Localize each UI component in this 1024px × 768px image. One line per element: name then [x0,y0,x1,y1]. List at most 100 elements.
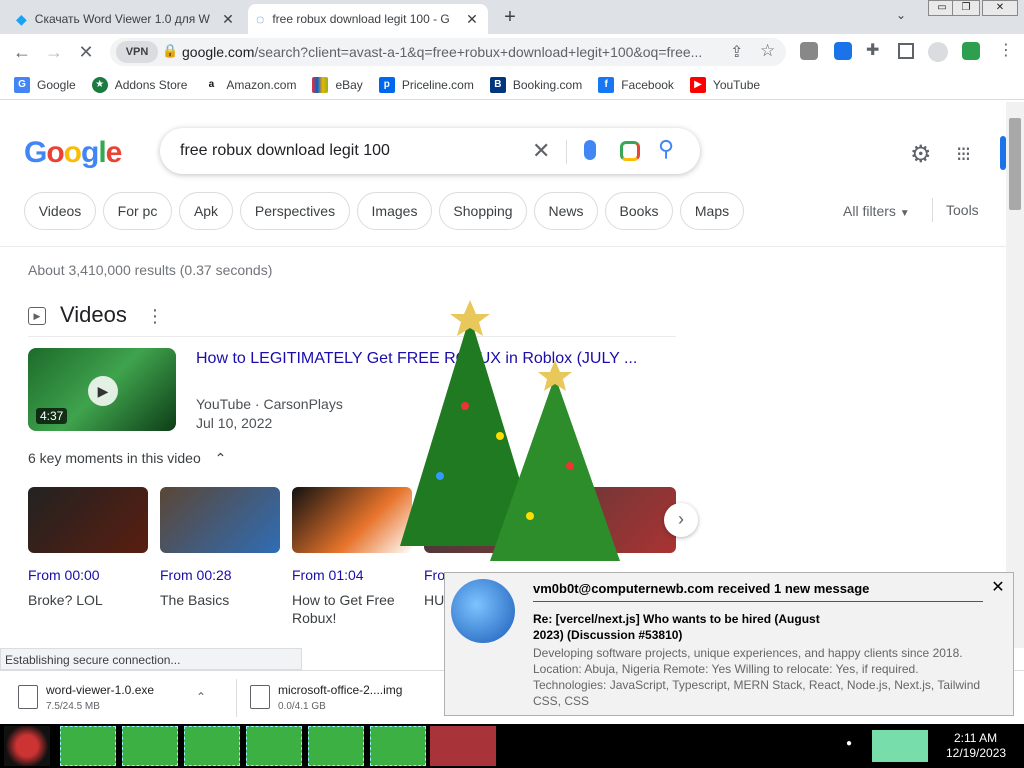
stop-button[interactable]: ✕ [74,40,98,64]
bookmark-star-icon[interactable]: ☆ [760,41,775,61]
url-text[interactable]: google.com/search?client=avast-a-1&q=fre… [182,44,722,60]
youtube-icon: ▶ [689,76,706,93]
chip-shopping[interactable]: Shopping [439,192,527,230]
key-moment-time[interactable]: From 01:04 [292,567,364,583]
shield-icon[interactable] [834,42,852,60]
url-host: google.com [182,44,255,60]
lens-icon[interactable] [620,141,640,161]
chip-apk[interactable]: Apk [179,192,233,230]
key-moment-thumbnail[interactable] [160,487,280,553]
chip-perspectives[interactable]: Perspectives [240,192,350,230]
thunderbird-icon [451,579,515,643]
clock-date[interactable]: 12/19/2023 [946,746,1006,760]
lock-icon[interactable]: 🔒 [162,43,178,59]
avast-vpn-icon[interactable] [184,726,240,766]
video-source: YouTube · CarsonPlays [196,396,343,412]
file-explorer-icon[interactable] [60,726,116,766]
tab-search[interactable]: ◌ free robux download legit 100 - G ✕ [248,4,488,34]
settings-gear-icon[interactable]: ⚙ [910,140,932,169]
chip-videos[interactable]: Videos [24,192,96,230]
chevron-up-icon[interactable]: ⌃ [196,690,206,704]
scrollbar-thumb[interactable] [1009,118,1021,210]
more-options-icon[interactable]: ⋮ [146,306,164,327]
video-thumbnail[interactable]: ▶ 4:37 [28,348,176,431]
tab-title: free robux download legit 100 - G [272,12,450,26]
all-filters-button[interactable]: All filters ▼ [843,203,910,219]
close-icon[interactable]: ✕ [220,11,236,28]
chip-books[interactable]: Books [605,192,673,230]
search-icon[interactable]: ⚲ [658,136,674,162]
notification-subject: Re: [vercel/next.js] Who wants to be hir… [533,612,820,642]
notification-close-button[interactable]: ✕ [989,579,1007,597]
chevron-down-icon[interactable]: ⌄ [896,8,906,22]
bookmark-label: Facebook [621,77,674,92]
menu-icon[interactable]: ⋮ [998,40,1014,60]
vpn-badge[interactable]: VPN [116,41,158,63]
taskbar-active-window[interactable] [430,726,496,766]
ornament [461,402,469,410]
profile-avatar[interactable] [928,42,948,62]
bookmark-facebook[interactable]: f Facebook [598,76,674,93]
forward-button[interactable]: → [42,40,66,64]
restore-button[interactable]: ❐ [952,0,980,16]
bookmark-label: eBay [335,77,363,92]
download-item[interactable]: word-viewer-1.0.exe 7.5/24.5 MB ⌃ [18,677,206,717]
bookmark-label: YouTube [712,77,761,92]
mail-notification[interactable]: vm0b0t@computernewb.com received 1 new m… [444,572,1014,716]
chevron-up-icon: ⌃ [214,450,227,466]
share-icon[interactable]: ⇪ [730,42,743,62]
play-icon: ▶ [88,376,118,406]
avast-shield-icon[interactable] [962,42,980,60]
ornament [496,432,504,440]
installer-icon[interactable] [308,726,364,766]
apps-grid-icon[interactable]: ⁝⁝⁝ [956,142,971,167]
start-button[interactable] [4,726,50,766]
chip-news[interactable]: News [534,192,598,230]
wps-writer-icon[interactable] [370,726,426,766]
tools-button[interactable]: Tools [946,202,979,218]
bookmark-youtube[interactable]: ▶ YouTube [689,76,761,93]
chip-images[interactable]: Images [357,192,432,230]
puzzle-icon[interactable]: ✚ [866,40,879,60]
extension-icon[interactable] [800,42,818,60]
search-box[interactable]: free robux download legit 100 ✕ ⚲ [160,128,700,174]
key-moment-time[interactable]: From 00:00 [28,567,100,583]
clock-time[interactable]: 2:11 AM [954,731,997,745]
close-icon[interactable]: ✕ [464,11,480,28]
key-moment-time[interactable]: From 00:28 [160,567,232,583]
new-tab-button[interactable]: + [498,6,522,30]
bookmark-google[interactable]: G Google [14,76,76,93]
clear-icon[interactable]: ✕ [532,138,550,164]
tray-dot-icon[interactable]: ● [846,738,852,749]
back-button[interactable]: ← [10,40,34,64]
bookmark-amazon[interactable]: a Amazon.com [203,76,296,93]
search-input[interactable]: free robux download legit 100 [180,142,390,160]
bookmark-booking[interactable]: B Booking.com [489,76,582,93]
bookmarks-bar: G Google ★ Addons Store a Amazon.com eBay p… [0,70,1024,100]
address-bar[interactable]: VPN 🔒 google.com/search?client=avast-a-1… [110,38,786,66]
chrome-icon[interactable] [122,726,178,766]
download-item[interactable]: microsoft-office-2....img 0.0/4.1 GB [250,677,402,717]
app-icon[interactable] [246,726,302,766]
key-moment-thumbnail[interactable] [28,487,148,553]
google-logo[interactable]: Google [24,136,122,170]
title-underline [533,601,983,602]
key-moment-label: Broke? LOL [28,592,103,608]
chip-maps[interactable]: Maps [680,192,744,230]
window-close-button[interactable]: ✕ [982,0,1018,16]
bookmark-priceline[interactable]: p Priceline.com [378,76,474,93]
key-moments-toggle[interactable]: 6 key moments in this video ⌃ [28,450,226,467]
bookmark-ebay[interactable]: eBay [312,76,363,93]
microphone-icon[interactable] [584,140,596,160]
video-duration: 4:37 [36,408,68,424]
chip-for-pc[interactable]: For pc [103,192,172,230]
side-panel-icon[interactable] [898,43,914,59]
notification-body: Developing software projects, unique exp… [533,646,981,708]
divider [236,679,237,717]
page-scrollbar[interactable] [1006,102,1024,648]
bookmark-label: Priceline.com [401,77,474,92]
tab-word-viewer[interactable]: ◆ Скачать Word Viewer 1.0 для W ✕ [8,4,244,34]
system-tray[interactable] [872,730,928,762]
loading-icon: ◌ [256,11,265,27]
bookmark-addons-store[interactable]: ★ Addons Store [91,76,187,93]
